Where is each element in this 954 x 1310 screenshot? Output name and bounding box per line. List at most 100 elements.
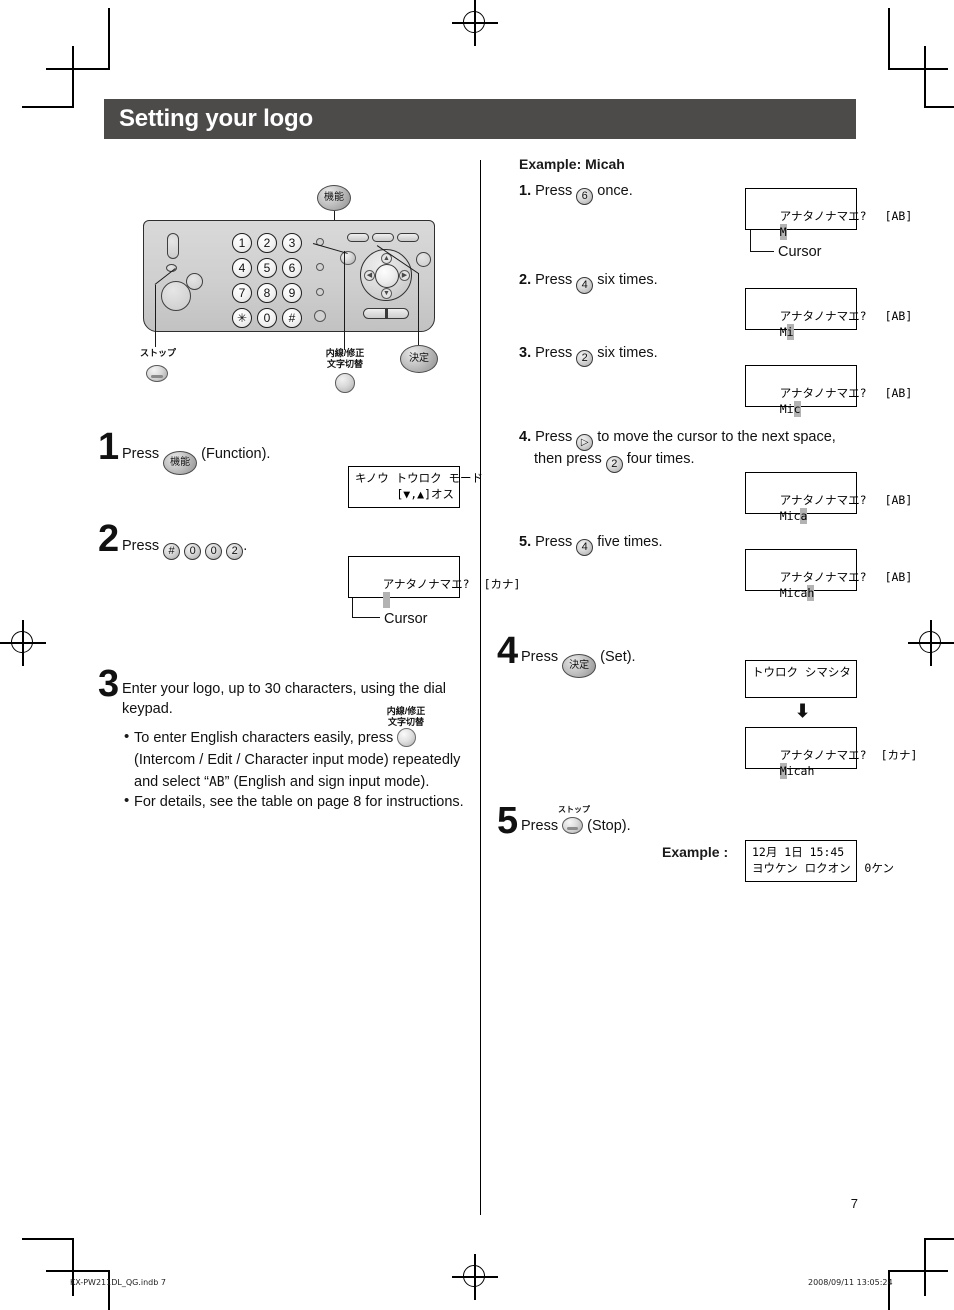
step-3-bullet-1-line-1: To enter English characters easily, pres…	[134, 727, 417, 749]
intercom-button-callout	[335, 373, 355, 393]
sub-step-5-cursor-block: h	[807, 585, 815, 601]
registration-mark-left	[0, 620, 46, 666]
intercom-inline-label: 内線/修正 文字切替	[386, 706, 426, 727]
transition-arrow-icon: ⬇	[795, 701, 811, 721]
set-button-callout: 決定	[400, 345, 438, 373]
keypad-key-6[interactable]: 6	[282, 258, 302, 278]
step-3-bullet-2-text: For details, see the table on page 8 for…	[134, 794, 464, 810]
registration-mark-bottom	[452, 1254, 498, 1300]
stop-button-callout	[146, 365, 168, 382]
step-4-lcd-display-first: トウロク シマシタ	[745, 660, 857, 698]
sub-step-5-number: 5.	[519, 534, 532, 550]
function-button-label: 機能	[324, 192, 344, 203]
soft-key-2[interactable]	[372, 233, 394, 242]
sub-step-5-lcd-line-1: アナタノナマエ? [AB]	[779, 570, 913, 584]
sub-step-5: 5. Press 4 five times.	[519, 531, 663, 556]
sub-step-4-lcd-line-1: アナタノナマエ? [AB]	[779, 493, 913, 507]
sub-step-1-lcd-line-1: アナタノナマエ? [AB]	[779, 209, 913, 223]
sub-step-2-lcd-line-1: アナタノナマエ? [AB]	[779, 309, 913, 323]
crop-mark-top-left	[22, 8, 132, 108]
keypad-key-hash[interactable]: #	[282, 308, 302, 328]
sub-step-4-number: 4.	[519, 429, 532, 445]
function-button-callout: 機能	[317, 185, 351, 211]
step-1-after-label: (Function).	[201, 446, 271, 462]
registration-mark-right	[908, 620, 954, 666]
soft-key-1[interactable]	[347, 233, 369, 242]
crop-mark-bottom-left	[22, 1230, 132, 1310]
keypad-key-1[interactable]: 1	[232, 233, 252, 253]
sub-step-4-lcd-display: アナタノナマエ? [AB] Mica	[745, 472, 913, 524]
sub-step-1: 1. Press 6 once.	[519, 180, 633, 205]
keypad-key-5[interactable]: 5	[257, 258, 277, 278]
page-header-banner: Setting your logo	[104, 99, 856, 139]
step-5-text: Press (Stop).	[521, 817, 631, 834]
sub-step-2-cursor-block: i	[786, 324, 794, 340]
step-2-lcd-display: アナタノナマエ? [カナ]	[348, 556, 521, 608]
sub-step-1-lcd-display: アナタノナマエ? [AB] M	[745, 188, 913, 240]
stop-button-inline[interactable]	[562, 817, 584, 834]
keypad-six-inline-sub1[interactable]: 6	[576, 188, 594, 205]
keypad-four-inline-sub5[interactable]: 4	[576, 539, 594, 556]
input-mode-code: AB	[208, 775, 225, 790]
step-3-bullet-1-marker: •	[124, 728, 130, 745]
stop-callout-label: ストップ	[139, 348, 176, 358]
keypad-hash-inline[interactable]: #	[163, 543, 181, 560]
keypad-key-4[interactable]: 4	[232, 258, 252, 278]
sub-step-2-number: 2.	[519, 272, 532, 288]
footer-right-timestamp: 2008/09/11 13:05:24	[808, 1278, 893, 1287]
step-1-number: 1	[98, 426, 120, 468]
column-divider	[480, 160, 482, 1215]
step-4-lcd-display-second: アナタノナマエ? [カナ] Micah	[745, 727, 918, 779]
keypad-key-7[interactable]: 7	[232, 283, 252, 303]
phone-illustration: 機能 1 2 3 4 5 6 7 8 9 ✳ 0 # ▲ ▼ ◀ ▶ ストップ …	[137, 185, 447, 405]
step-5-number: 5	[497, 800, 519, 842]
registration-mark-top	[452, 0, 498, 46]
function-button-on-body[interactable]	[340, 251, 356, 265]
status-led-4	[314, 310, 326, 322]
nav-right-icon[interactable]: ▶	[399, 270, 410, 281]
step-2-text: Press # 0 0 2.	[122, 535, 247, 560]
keypad-two-inline-sub4[interactable]: 2	[605, 456, 623, 473]
step-4-lcd-2-line-1: アナタノナマエ? [カナ]	[779, 748, 918, 762]
keypad-two-inline[interactable]: 2	[226, 543, 244, 560]
navigation-pad[interactable]: ▲ ▼ ◀ ▶	[360, 249, 412, 301]
intercom-button-inline[interactable]	[397, 728, 417, 747]
crop-mark-top-right	[880, 8, 954, 108]
step-2-lcd-line-1: アナタノナマエ? [カナ]	[382, 577, 521, 591]
keypad-key-0[interactable]: 0	[257, 308, 277, 328]
sub-step-3-lcd-line-1: アナタノナマエ? [AB]	[779, 386, 913, 400]
soft-key-3[interactable]	[397, 233, 419, 242]
step-1-press-label: Press	[122, 446, 160, 462]
sub-step-2-lcd-display: アナタノナマエ? [AB] Mi	[745, 288, 913, 340]
stop-button-inline-label: ストップ	[558, 805, 590, 814]
function-button-inline[interactable]: 機能	[163, 451, 198, 475]
keypad-four-inline-sub2[interactable]: 4	[576, 277, 594, 294]
set-button-inline[interactable]: 決定	[562, 654, 597, 678]
nav-center-set-button[interactable]	[375, 264, 399, 288]
nav-left-icon[interactable]: ◀	[364, 270, 375, 281]
sub-step-4-line-2: then press 2 four times.	[534, 448, 694, 473]
phone-body: 1 2 3 4 5 6 7 8 9 ✳ 0 # ▲ ▼ ◀ ▶	[143, 220, 435, 332]
keypad-key-8[interactable]: 8	[257, 283, 277, 303]
intercom-callout-label: 内線/修正 文字切替	[325, 348, 365, 369]
keypad-zero-inline-1[interactable]: 0	[184, 543, 202, 560]
handset-cradle-inner	[186, 273, 203, 290]
step-2-after-label: .	[243, 538, 248, 554]
sub-step-4-cursor-block: a	[800, 508, 808, 524]
step-4-lcd-1-line-2	[752, 680, 851, 696]
step-2-cursor-label: Cursor	[384, 611, 428, 627]
step-3-bullet-1-line-2: (Intercom / Edit / Character input mode)…	[134, 752, 461, 768]
keypad-zero-inline-2[interactable]: 0	[205, 543, 223, 560]
volume-bar-button[interactable]	[363, 308, 409, 319]
side-round-button[interactable]	[416, 252, 431, 267]
step-4-number: 4	[497, 630, 519, 672]
nav-down-icon[interactable]: ▼	[381, 288, 392, 299]
sub-step-3-cursor-block: c	[793, 401, 801, 417]
sub-step-3: 3. Press 2 six times.	[519, 342, 658, 367]
page-number: 7	[850, 1196, 858, 1211]
keypad-key-2[interactable]: 2	[257, 233, 277, 253]
keypad-key-star[interactable]: ✳	[232, 308, 252, 328]
keypad-key-3[interactable]: 3	[282, 233, 302, 253]
keypad-two-inline-sub3[interactable]: 2	[576, 350, 594, 367]
keypad-key-9[interactable]: 9	[282, 283, 302, 303]
